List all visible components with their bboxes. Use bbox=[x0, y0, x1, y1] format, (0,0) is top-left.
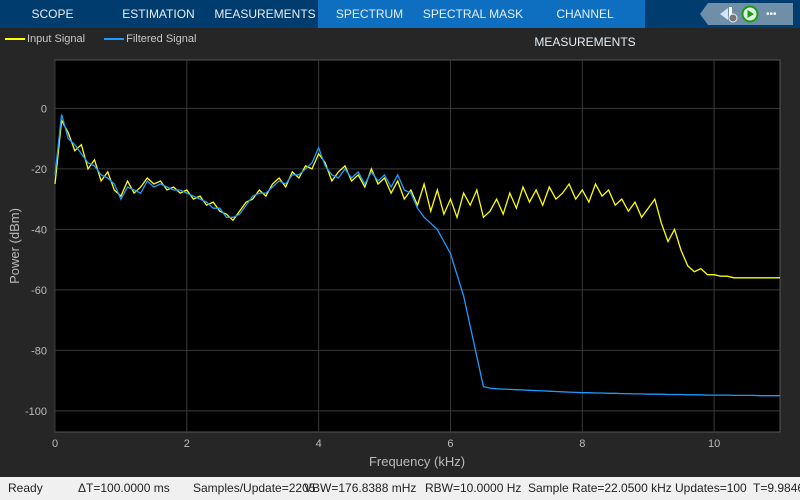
status-sample-rate: Sample Rate=22.0500 kHz bbox=[528, 481, 672, 495]
y-tick-label: -60 bbox=[31, 285, 47, 297]
x-tick-label: 10 bbox=[708, 438, 720, 450]
status-delta-t: ΔT=100.0000 ms bbox=[78, 481, 170, 495]
x-tick-label: 0 bbox=[52, 438, 58, 450]
x-tick-label: 8 bbox=[579, 438, 585, 450]
x-tick-label: 6 bbox=[447, 438, 453, 450]
y-tick-label: -100 bbox=[25, 406, 47, 418]
spectrum-plot: 0 2 4 6 8 10 0 -20 -40 -60 -80 -100 Frequency (kHz)… bbox=[7, 59, 781, 469]
status-updates: Updates=100 bbox=[675, 481, 747, 495]
y-tick-label: 0 bbox=[41, 103, 47, 115]
x-tick-label: 2 bbox=[184, 438, 190, 450]
status-vbw: VBW=176.8388 mHz bbox=[304, 481, 417, 495]
x-tick-label: 4 bbox=[316, 438, 322, 450]
status-bar: Ready ΔT=100.0000 ms Samples/Update=2205… bbox=[0, 477, 800, 500]
status-time: T=9.9846 bbox=[753, 481, 800, 495]
plot-area bbox=[54, 59, 781, 433]
status-state: Ready bbox=[8, 481, 43, 495]
y-tick-label: -40 bbox=[31, 224, 47, 236]
y-tick-label: -80 bbox=[31, 345, 47, 357]
status-rbw: RBW=10.0000 Hz bbox=[425, 481, 522, 495]
x-axis-label: Frequency (kHz) bbox=[369, 454, 465, 469]
status-samples: Samples/Update=2205 bbox=[193, 481, 316, 495]
y-axis-label: Power (dBm) bbox=[7, 208, 22, 284]
y-tick-label: -20 bbox=[31, 164, 47, 176]
